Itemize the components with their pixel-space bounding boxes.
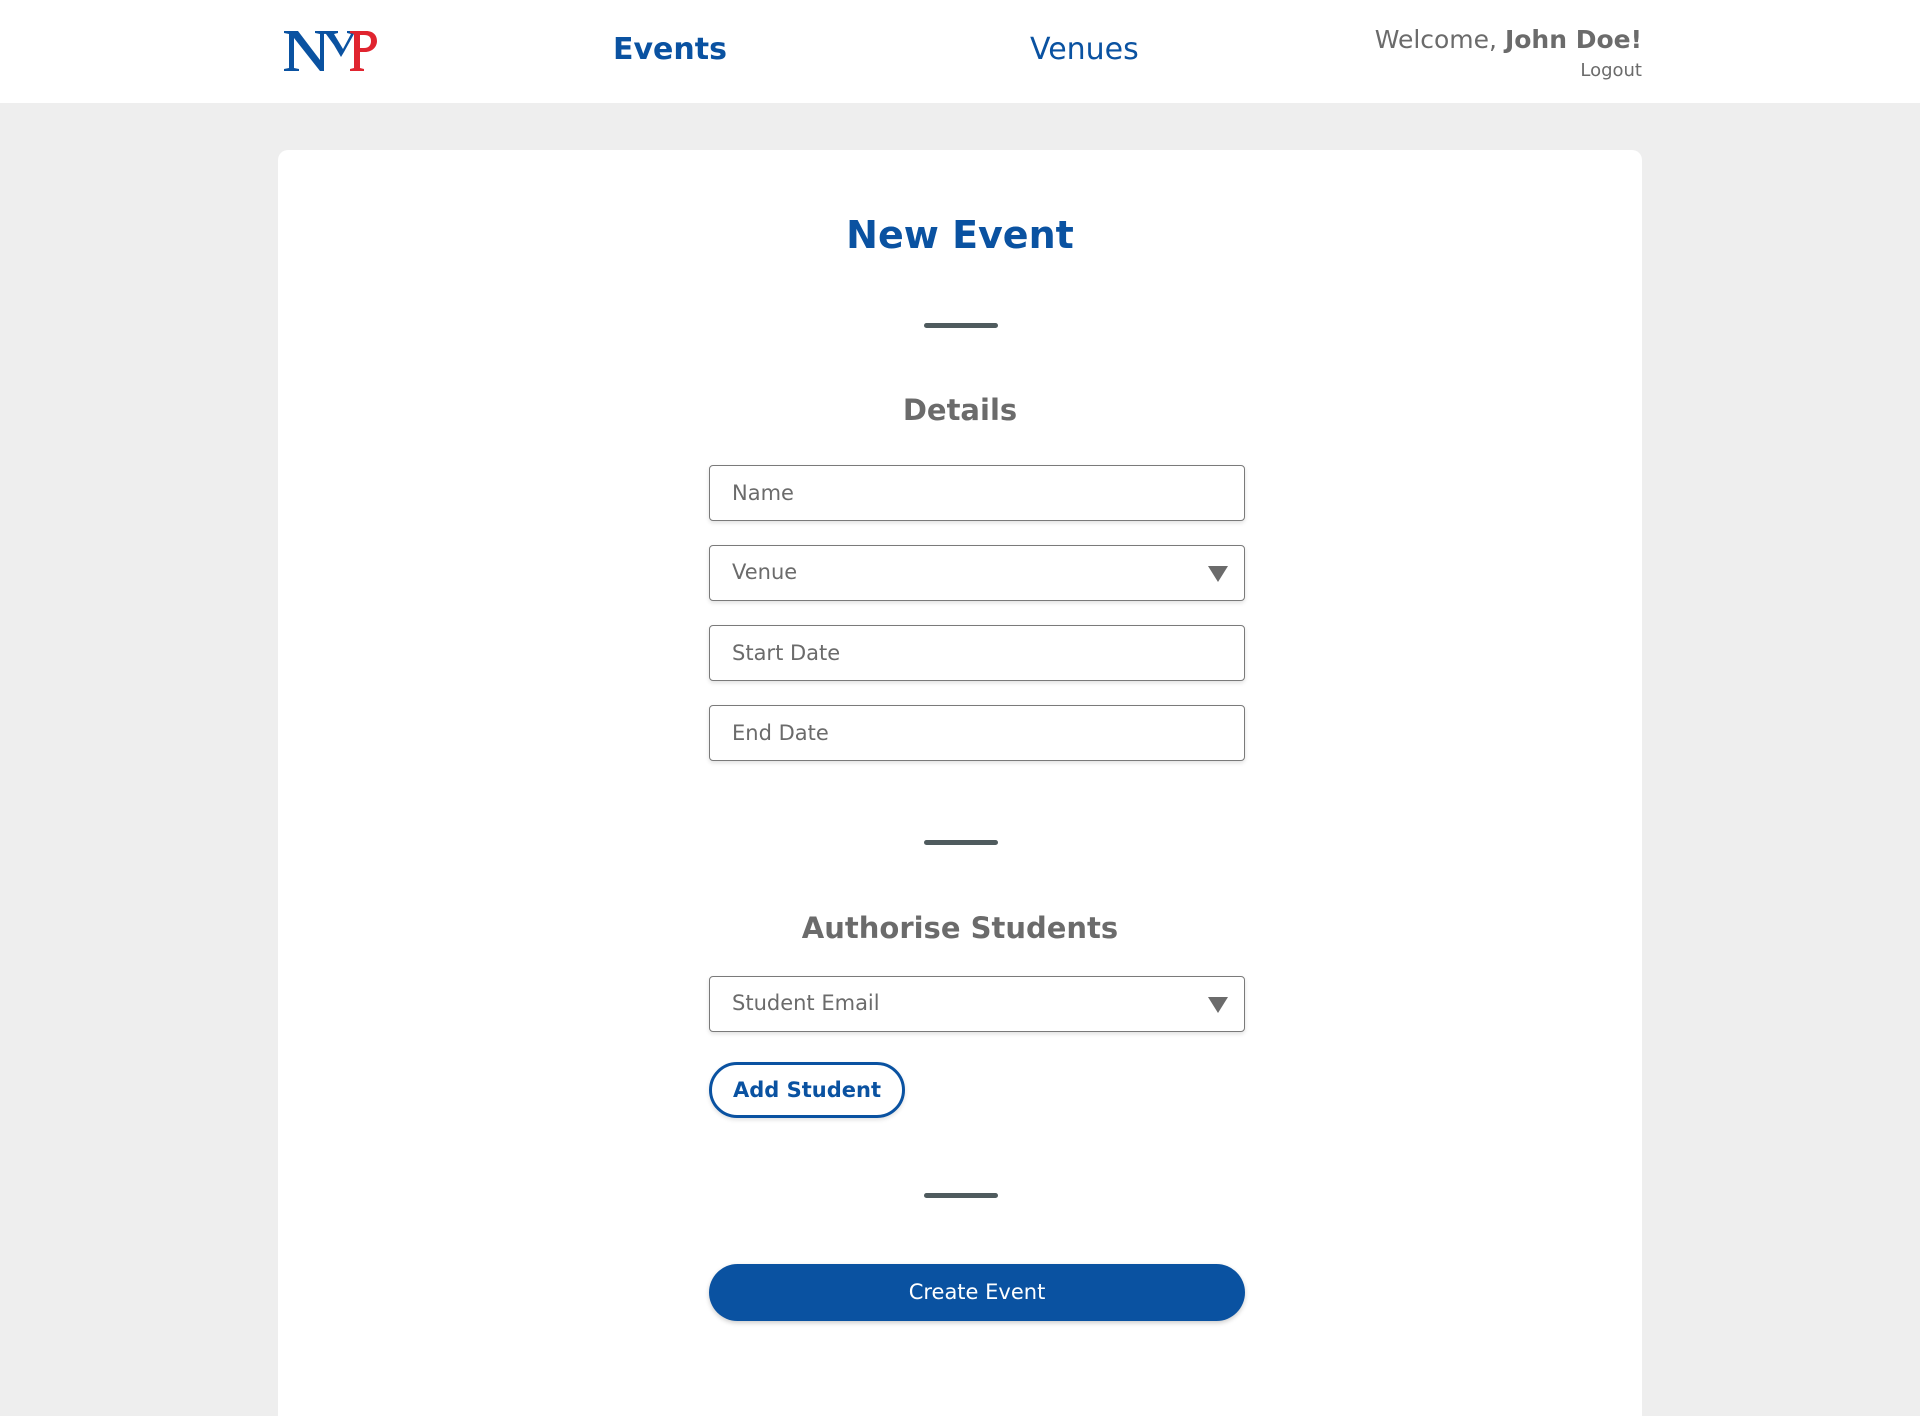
student-email-select[interactable]: Student Email [709,976,1245,1032]
end-date-input[interactable] [710,706,1244,760]
new-event-card: New Event Details Venue Authorise Studen… [278,150,1642,1416]
welcome-text: Welcome, John Doe! [1375,22,1642,58]
details-heading: Details [902,393,1018,427]
venue-select-label: Venue [732,560,798,584]
end-date-field[interactable] [709,705,1245,761]
nyp-logo-icon [284,31,377,71]
start-date-input[interactable] [710,626,1244,680]
divider [924,1193,998,1198]
nyp-logo[interactable] [282,27,378,75]
venue-select[interactable]: Venue [709,545,1245,601]
page-title: New Event [846,213,1074,257]
user-name: John Doe! [1504,25,1642,54]
name-field[interactable] [709,465,1245,521]
nav-events-link[interactable]: Events [613,30,727,70]
welcome-prefix: Welcome, [1374,25,1505,54]
divider [924,323,998,328]
start-date-field[interactable] [709,625,1245,681]
chevron-down-icon [1208,566,1228,582]
name-input[interactable] [710,466,1244,520]
top-navbar: Events Venues Welcome, John Doe! Logout [0,0,1920,103]
add-student-button[interactable]: Add Student [709,1062,905,1118]
chevron-down-icon [1208,997,1228,1013]
user-menu: Welcome, John Doe! Logout [1375,22,1642,84]
student-email-select-label: Student Email [732,991,880,1015]
divider [924,840,998,845]
nav-venues-link[interactable]: Venues [1030,30,1139,70]
authorise-students-heading: Authorise Students [801,911,1119,945]
logout-link[interactable]: Logout [1375,58,1642,84]
create-event-button[interactable]: Create Event [709,1264,1245,1321]
